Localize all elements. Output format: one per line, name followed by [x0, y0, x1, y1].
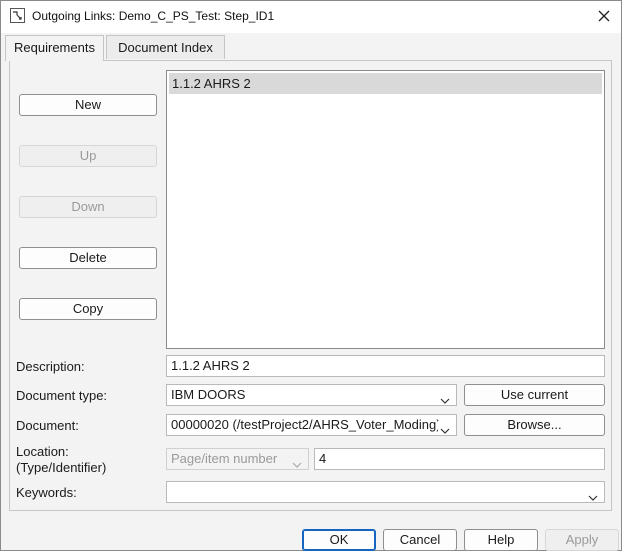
app-icon [10, 8, 25, 23]
keywords-combobox[interactable] [166, 481, 605, 503]
keywords-label: Keywords: [16, 485, 77, 500]
description-input[interactable]: 1.1.2 AHRS 2 [166, 355, 605, 377]
document-type-label: Document type: [16, 388, 108, 403]
apply-button[interactable]: Apply [545, 529, 619, 551]
delete-button[interactable]: Delete [19, 247, 157, 269]
document-type-select[interactable]: IBM DOORS [166, 384, 457, 406]
chevron-down-icon [440, 391, 450, 405]
location-type-value: Page/item number [171, 451, 278, 466]
window-title: Outgoing Links: Demo_C_PS_Test: Step_ID1 [32, 9, 275, 23]
close-icon[interactable] [591, 3, 617, 29]
help-button[interactable]: Help [464, 529, 538, 551]
links-listbox[interactable]: 1.1.2 AHRS 2 [166, 70, 605, 349]
chevron-down-icon [588, 488, 598, 502]
tab-document-index[interactable]: Document Index [106, 35, 225, 59]
document-label: Document: [16, 418, 79, 433]
document-select[interactable]: 00000020 (/testProject2/AHRS_Voter_Modin… [166, 414, 457, 436]
down-button[interactable]: Down [19, 196, 157, 218]
outgoing-links-dialog: Outgoing Links: Demo_C_PS_Test: Step_ID1… [0, 0, 622, 551]
chevron-down-icon [438, 421, 450, 435]
up-button[interactable]: Up [19, 145, 157, 167]
document-type-value: IBM DOORS [171, 387, 246, 402]
tab-requirements[interactable]: Requirements [5, 35, 104, 61]
ok-button[interactable]: OK [302, 529, 376, 551]
browse-button[interactable]: Browse... [464, 414, 605, 436]
location-type-select[interactable]: Page/item number [166, 448, 309, 470]
new-button[interactable]: New [19, 94, 157, 116]
title-bar: Outgoing Links: Demo_C_PS_Test: Step_ID1 [1, 1, 621, 33]
location-sublabel: (Type/Identifier) [16, 460, 107, 475]
location-label: Location: [16, 444, 69, 459]
document-value: 00000020 (/testProject2/AHRS_Voter_Modin… [171, 417, 441, 432]
location-identifier-input[interactable]: 4 [314, 448, 605, 470]
use-current-button[interactable]: Use current [464, 384, 605, 406]
description-label: Description: [16, 359, 85, 374]
copy-button[interactable]: Copy [19, 298, 157, 320]
list-item[interactable]: 1.1.2 AHRS 2 [169, 73, 602, 94]
cancel-button[interactable]: Cancel [383, 529, 457, 551]
chevron-down-icon [292, 455, 302, 469]
